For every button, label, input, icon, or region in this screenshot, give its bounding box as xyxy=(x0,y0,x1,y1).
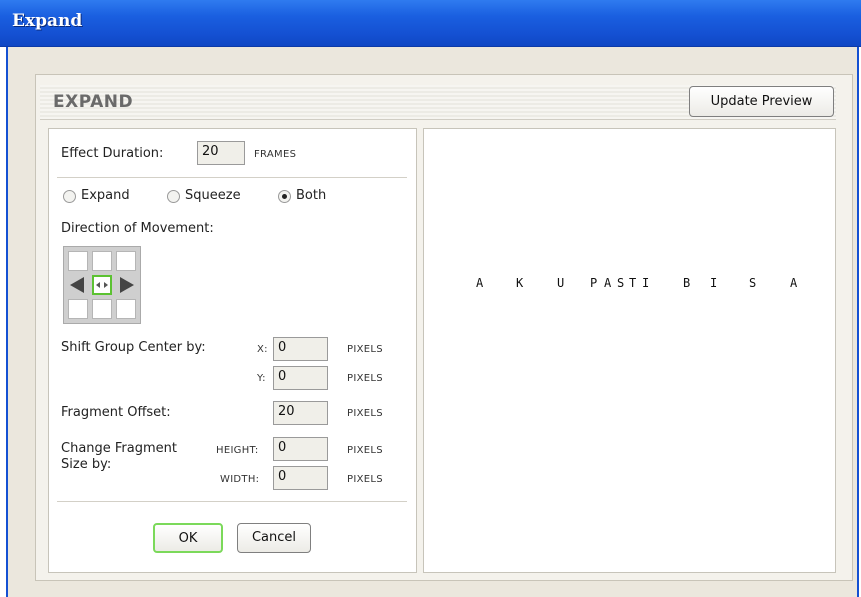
direction-cell-center[interactable] xyxy=(92,275,112,295)
direction-right-arrow-icon[interactable] xyxy=(120,277,134,293)
shift-y-label: Y: xyxy=(257,373,266,384)
shift-x-unit: PIXELS xyxy=(347,344,383,355)
separator xyxy=(57,177,407,178)
radio-both-label: Both xyxy=(296,188,327,203)
title-bar[interactable]: Expand xyxy=(0,0,861,47)
radio-squeeze[interactable] xyxy=(167,190,180,203)
effect-duration-label: Effect Duration: xyxy=(61,146,164,161)
preview-letter: S xyxy=(617,276,625,290)
fragment-width-input[interactable]: 0 xyxy=(273,466,328,490)
expand-both-icon xyxy=(96,282,108,288)
preview-letter: P xyxy=(590,276,598,290)
preview-letter: I xyxy=(642,276,650,290)
dialog-title: EXPAND xyxy=(53,92,134,112)
direction-label: Direction of Movement: xyxy=(61,221,214,236)
preview-letter: A xyxy=(604,276,612,290)
fragment-width-unit: PIXELS xyxy=(347,474,383,485)
fragment-height-unit: PIXELS xyxy=(347,445,383,456)
effect-duration-input[interactable]: 20 xyxy=(197,141,245,165)
window-title: Expand xyxy=(12,11,83,31)
fragment-size-label-line2: Size by: xyxy=(61,457,112,472)
fragment-height-input[interactable]: 0 xyxy=(273,437,328,461)
preview-letter: T xyxy=(629,276,637,290)
update-preview-button[interactable]: Update Preview xyxy=(689,86,834,117)
shift-group-center-label: Shift Group Center by: xyxy=(61,340,206,355)
preview-letter: B xyxy=(683,276,691,290)
radio-squeeze-label: Squeeze xyxy=(185,188,241,203)
preview-letter: A xyxy=(790,276,798,290)
preview-letter: I xyxy=(710,276,718,290)
cancel-button[interactable]: Cancel xyxy=(237,523,311,553)
direction-cell-top[interactable] xyxy=(92,251,112,271)
preview-letter: K xyxy=(516,276,524,290)
preview-letter: A xyxy=(476,276,484,290)
fragment-offset-label: Fragment Offset: xyxy=(61,405,171,420)
shift-x-label: X: xyxy=(257,344,268,355)
radio-both[interactable] xyxy=(278,190,291,203)
radio-expand[interactable] xyxy=(63,190,76,203)
preview-panel xyxy=(423,128,836,573)
radio-expand-label: Expand xyxy=(81,188,130,203)
fragment-offset-input[interactable]: 20 xyxy=(273,401,328,425)
separator xyxy=(57,501,407,502)
fragment-size-label-line1: Change Fragment xyxy=(61,441,177,456)
shift-y-input[interactable]: 0 xyxy=(273,366,328,390)
direction-cell-bottom[interactable] xyxy=(92,299,112,319)
fragment-offset-unit: PIXELS xyxy=(347,408,383,419)
direction-cell-top-left[interactable] xyxy=(68,251,88,271)
preview-letter: S xyxy=(749,276,757,290)
direction-grid xyxy=(63,246,141,324)
preview-letter: U xyxy=(557,276,565,290)
fragment-width-label: WIDTH: xyxy=(220,474,260,485)
shift-x-input[interactable]: 0 xyxy=(273,337,328,361)
direction-left-arrow-icon[interactable] xyxy=(70,277,84,293)
effect-duration-unit: FRAMES xyxy=(254,149,297,160)
direction-cell-bottom-left[interactable] xyxy=(68,299,88,319)
direction-cell-bottom-right[interactable] xyxy=(116,299,136,319)
shift-y-unit: PIXELS xyxy=(347,373,383,384)
ok-button[interactable]: OK xyxy=(153,523,223,553)
direction-cell-top-right[interactable] xyxy=(116,251,136,271)
fragment-height-label: HEIGHT: xyxy=(216,445,259,456)
